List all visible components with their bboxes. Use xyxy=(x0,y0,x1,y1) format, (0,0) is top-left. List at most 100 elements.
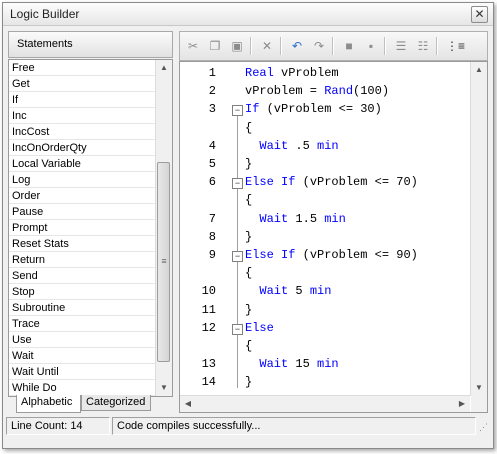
collapse-icon[interactable]: − xyxy=(232,251,243,262)
code-text: } xyxy=(245,157,252,171)
uncomment-icon[interactable]: ▪ xyxy=(362,37,380,55)
list-item[interactable]: Trace xyxy=(9,316,159,332)
list-item[interactable]: IncCost xyxy=(9,124,159,140)
close-button[interactable]: ✕ xyxy=(471,6,488,23)
line-number: 11 xyxy=(201,302,216,317)
code-line[interactable]: 8} xyxy=(180,230,470,248)
scroll-up-icon[interactable]: ▲ xyxy=(156,60,172,76)
list-item[interactable]: Stop xyxy=(9,284,159,300)
scroll-down-icon[interactable]: ▼ xyxy=(156,380,172,396)
line-number: 7 xyxy=(208,211,216,226)
code-line[interactable]: 5} xyxy=(180,157,470,175)
code-keyword: Else If xyxy=(245,248,296,262)
code-line[interactable]: { xyxy=(180,121,470,139)
code-line[interactable]: 1 Real vProblem xyxy=(180,66,470,84)
comment-icon[interactable]: ■ xyxy=(340,37,358,55)
code-text: Wait .5 min xyxy=(245,138,338,153)
code-line[interactable]: { xyxy=(180,266,470,284)
code-keyword: Wait xyxy=(259,138,289,153)
code-token: (vProblem <= 30) xyxy=(259,102,382,117)
code-keyword: Else xyxy=(245,320,274,335)
editor-vertical-scrollbar[interactable]: ▲ ▼ xyxy=(470,62,487,396)
code-keyword: If xyxy=(245,102,260,117)
scroll-down-icon[interactable]: ▼ xyxy=(471,380,487,396)
toolbar-separator xyxy=(436,37,438,55)
resize-grip-icon[interactable]: ⋰ xyxy=(479,422,488,433)
list-item[interactable]: While Do xyxy=(9,380,159,396)
list-item[interactable]: Send xyxy=(9,268,159,284)
line-number: 5 xyxy=(208,157,216,171)
list-item[interactable]: If xyxy=(9,92,159,108)
code-token: { xyxy=(245,339,253,353)
code-line[interactable]: 10 Wait 5 min xyxy=(180,284,470,302)
code-line[interactable]: 14} xyxy=(180,375,470,393)
scroll-left-icon[interactable]: ◀ xyxy=(180,396,196,412)
code-line[interactable]: 9 − Else If (vProblem <= 90) xyxy=(180,248,470,266)
list-item[interactable]: Local Variable xyxy=(9,156,159,172)
list-item[interactable]: Use xyxy=(9,332,159,348)
collapse-icon[interactable]: − xyxy=(232,178,243,190)
code-line[interactable]: 13 Wait 15 min xyxy=(180,357,470,375)
code-line[interactable]: 3 − If (vProblem <= 30) xyxy=(180,102,470,120)
code-text: Wait 1.5 min xyxy=(245,212,345,226)
code-token: { xyxy=(245,193,253,208)
code-text: Wait 15 min xyxy=(245,357,339,372)
code-token: (vProblem <= 90) xyxy=(295,248,418,262)
cut-icon[interactable]: ✂ xyxy=(184,37,202,55)
list-item[interactable]: Prompt xyxy=(9,220,159,236)
code-keyword: min xyxy=(317,357,339,372)
paste-icon[interactable]: ▣ xyxy=(228,37,246,55)
undo-icon[interactable]: ↶ xyxy=(288,37,306,55)
scroll-right-icon[interactable]: ▶ xyxy=(454,396,470,412)
code-keyword: Real xyxy=(245,66,274,80)
redo-icon[interactable]: ↷ xyxy=(310,37,328,55)
code-keyword: Wait xyxy=(259,357,289,372)
list-item[interactable]: Get xyxy=(9,76,159,92)
toolbar-separator xyxy=(250,37,252,55)
delete-icon[interactable]: ✕ xyxy=(258,37,276,55)
code-editor[interactable]: ▲ ▼ ◀ ▶ 1 Real vProblem 2 vProblem = Rand(1… xyxy=(179,61,488,413)
code-token: } xyxy=(245,302,253,317)
list-item[interactable]: Log xyxy=(9,172,159,188)
list-item[interactable]: Wait Until xyxy=(9,364,159,380)
code-text: Else If (vProblem <= 90) xyxy=(245,248,418,262)
code-line[interactable]: 7 Wait 1.5 min xyxy=(180,212,470,230)
list-item[interactable]: Wait xyxy=(9,348,159,364)
list-item[interactable]: Return xyxy=(9,252,159,268)
code-line[interactable]: 2 vProblem = Rand(100) xyxy=(180,84,470,102)
code-line[interactable]: { xyxy=(180,339,470,357)
scrollbar-corner xyxy=(471,396,487,412)
code-line[interactable]: 4 Wait .5 min xyxy=(180,139,470,157)
list-item[interactable]: Reset Stats xyxy=(9,236,159,252)
code-line[interactable]: 6 − Else If (vProblem <= 70) xyxy=(180,175,470,193)
code-line[interactable]: { xyxy=(180,193,470,211)
code-line[interactable]: 12 − Else xyxy=(180,321,470,339)
line-number: 9 xyxy=(208,248,216,262)
indent-icon[interactable]: ☰ xyxy=(392,37,410,55)
tab-categorized[interactable]: Categorized xyxy=(81,395,151,411)
statements-scrollbar[interactable]: ▲ ≡ ▼ xyxy=(155,60,172,396)
outdent-icon[interactable]: ☷ xyxy=(414,37,432,55)
list-item[interactable]: Inc xyxy=(9,108,159,124)
list-item[interactable]: IncOnOrderQty xyxy=(9,140,159,156)
line-numbers-icon[interactable]: ⋮≡ xyxy=(446,37,465,55)
editor-horizontal-scrollbar[interactable]: ◀ ▶ xyxy=(180,395,470,412)
statements-header: Statements xyxy=(8,31,173,58)
list-item[interactable]: Subroutine xyxy=(9,300,159,316)
code-line[interactable]: 11} xyxy=(180,303,470,321)
list-item[interactable]: Free xyxy=(9,60,159,76)
code-text: Wait 5 min xyxy=(245,284,331,298)
scroll-thumb[interactable]: ≡ xyxy=(157,162,170,362)
list-item[interactable]: Pause xyxy=(9,204,159,220)
code-token: vProblem xyxy=(273,66,339,80)
code-text: { xyxy=(245,121,252,135)
tab-alphabetic[interactable]: Alphabetic xyxy=(16,395,81,413)
statements-list[interactable]: While Do Wait Until Wait Use Trace Subroutine… xyxy=(8,59,173,397)
collapse-icon[interactable]: − xyxy=(232,323,243,335)
copy-icon[interactable]: ❐ xyxy=(206,37,224,55)
statements-header-label: Statements xyxy=(17,38,73,50)
list-item[interactable]: Order xyxy=(9,188,159,204)
collapse-icon[interactable]: − xyxy=(232,105,243,117)
scroll-up-icon[interactable]: ▲ xyxy=(471,62,487,78)
